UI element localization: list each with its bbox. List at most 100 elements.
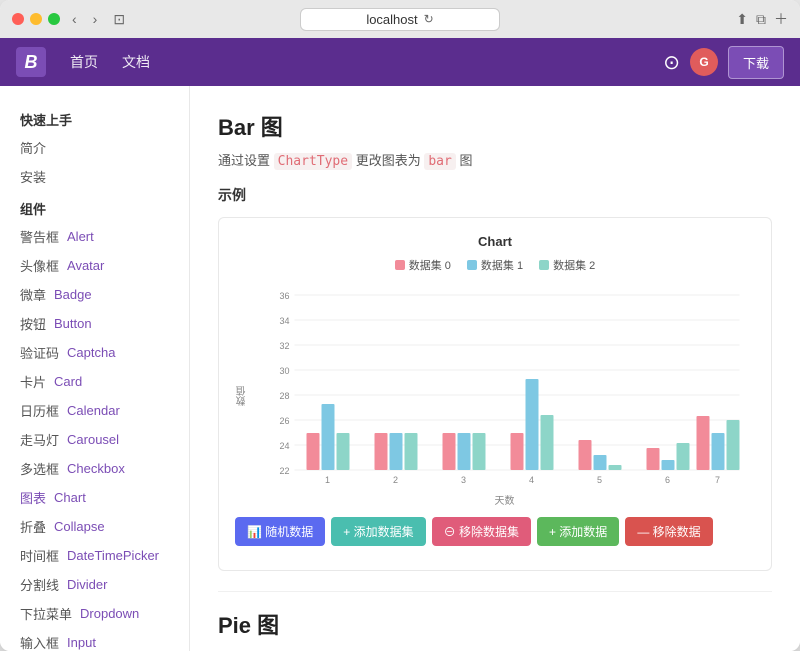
- svg-text:26: 26: [279, 416, 289, 426]
- traffic-lights: [12, 13, 60, 25]
- sidebar-button-en: Button: [54, 316, 92, 331]
- bar-g4-d2: [541, 415, 554, 470]
- sidebar-item-datetimepicker[interactable]: 时间框 DateTimePicker: [0, 541, 189, 570]
- sidebar-datetimepicker-en: DateTimePicker: [67, 548, 159, 563]
- random-data-button[interactable]: 📊 随机数据: [235, 517, 325, 546]
- legend-label-2: 数据集 2: [553, 257, 595, 273]
- new-tab-button[interactable]: ⧉: [756, 9, 766, 29]
- sidebar-item-install[interactable]: 安装: [0, 162, 189, 191]
- svg-text:1: 1: [325, 475, 330, 485]
- svg-text:6: 6: [665, 475, 670, 485]
- svg-text:34: 34: [279, 316, 289, 326]
- add-dataset-button[interactable]: + 添加数据集: [331, 517, 425, 546]
- bar-g1-d0: [307, 433, 320, 470]
- sidebar-card-cn: 卡片: [20, 372, 46, 391]
- sidebar-item-input[interactable]: 输入框 Input: [0, 628, 189, 651]
- svg-text:4: 4: [529, 475, 534, 485]
- svg-text:7: 7: [715, 475, 720, 485]
- bar-g3-d1: [458, 433, 471, 470]
- sidebar-item-chart[interactable]: 图表 Chart: [0, 483, 189, 512]
- sidebar-item-intro-label: 简介: [20, 138, 46, 157]
- sidebar-item-calendar[interactable]: 日历框 Calendar: [0, 396, 189, 425]
- add-button[interactable]: ＋: [774, 9, 788, 29]
- close-button[interactable]: [12, 13, 24, 25]
- sidebar-item-divider[interactable]: 分割线 Divider: [0, 570, 189, 599]
- maximize-button[interactable]: [48, 13, 60, 25]
- section-quickstart: 快速上手: [0, 102, 189, 133]
- bar-g4-d1: [526, 379, 539, 470]
- brand-logo[interactable]: B: [16, 47, 46, 77]
- sidebar-input-en: Input: [67, 635, 96, 650]
- bar-desc-suffix: 图: [459, 153, 472, 168]
- bar-g6-d2: [677, 443, 690, 470]
- app-window: ‹ › ⊡ localhost ↻ ⬆ ⧉ ＋ B 首页 文档 ⊙ G 下载 快…: [0, 0, 800, 651]
- bar-g4-d0: [511, 433, 524, 470]
- titlebar: ‹ › ⊡ localhost ↻ ⬆ ⧉ ＋: [0, 0, 800, 38]
- sidebar-item-card[interactable]: 卡片 Card: [0, 367, 189, 396]
- download-button[interactable]: 下载: [728, 46, 784, 79]
- address-bar[interactable]: localhost ↻: [300, 8, 500, 31]
- chart-action-buttons: 📊 随机数据 + 添加数据集 ⊖ 移除数据集 + 添加数据 — 移除数据: [235, 517, 755, 546]
- sidebar-checkbox-en: Checkbox: [67, 461, 125, 476]
- sidebar-item-carousel[interactable]: 走马灯 Carousel: [0, 425, 189, 454]
- sidebar-item-dropdown[interactable]: 下拉菜单 Dropdown: [0, 599, 189, 628]
- sidebar-dropdown-cn: 下拉菜单: [20, 604, 72, 623]
- sidebar-chart-cn: 图表: [20, 488, 46, 507]
- sidebar-item-intro[interactable]: 简介: [0, 133, 189, 162]
- titlebar-actions: ⬆ ⧉ ＋: [736, 9, 788, 29]
- sidebar-item-alert[interactable]: 警告框 Alert: [0, 222, 189, 251]
- chart-type-code: ChartType: [274, 153, 352, 170]
- sidebar-divider-en: Divider: [67, 577, 107, 592]
- sidebar-item-collapse[interactable]: 折叠 Collapse: [0, 512, 189, 541]
- bar-description: 通过设置 ChartType 更改图表为 bar 图: [218, 150, 772, 169]
- sidebar: 快速上手 简介 安装 组件 警告框 Alert 头像框 Avatar 微章 Ba…: [0, 86, 190, 651]
- nav-docs[interactable]: 文档: [122, 52, 150, 72]
- legend-item-2: 数据集 2: [539, 257, 595, 273]
- bar-g2-d0: [375, 433, 388, 470]
- sidebar-captcha-en: Captcha: [67, 345, 115, 360]
- sidebar-datetimepicker-cn: 时间框: [20, 546, 59, 565]
- remove-data-button[interactable]: — 移除数据: [625, 517, 712, 546]
- bar-chart-svg: 36 34 32 30 28 26 24 22: [254, 285, 755, 485]
- github-icon[interactable]: ⊙: [663, 50, 680, 75]
- sidebar-alert-cn: 警告框: [20, 227, 59, 246]
- sidebar-item-avatar[interactable]: 头像框 Avatar: [0, 251, 189, 280]
- y-axis-label: 数值: [235, 386, 250, 406]
- bar-desc-mid: 更改图表为: [356, 153, 421, 168]
- legend-item-0: 数据集 0: [395, 257, 451, 273]
- nav-home[interactable]: 首页: [70, 52, 98, 72]
- g-button[interactable]: G: [690, 48, 718, 76]
- legend-label-0: 数据集 0: [409, 257, 451, 273]
- back-button[interactable]: ‹: [68, 9, 81, 29]
- sidebar-item-badge[interactable]: 微章 Badge: [0, 280, 189, 309]
- sidebar-item-install-label: 安装: [20, 167, 46, 186]
- pie-title: Pie 图: [218, 608, 772, 640]
- navbar: B 首页 文档 ⊙ G 下载: [0, 38, 800, 86]
- sidebar-avatar-cn: 头像框: [20, 256, 59, 275]
- sidebar-calendar-cn: 日历框: [20, 401, 59, 420]
- forward-button[interactable]: ›: [89, 9, 102, 29]
- section-components: 组件: [0, 191, 189, 222]
- bar-g7-d2: [727, 420, 740, 470]
- chart-title: Chart: [235, 234, 755, 249]
- navbar-right: ⊙ G 下载: [663, 46, 784, 79]
- bar-g3-d0: [443, 433, 456, 470]
- sidebar-item-captcha[interactable]: 验证码 Captcha: [0, 338, 189, 367]
- refresh-icon[interactable]: ↻: [424, 12, 434, 26]
- legend-dot-2: [539, 260, 549, 270]
- bar-code: bar: [424, 153, 455, 170]
- bar-g7-d1: [712, 433, 725, 470]
- pie-section: Pie 图 通过设置 ChartType 更改图表为 pie 图 示例: [218, 591, 772, 651]
- add-data-button[interactable]: + 添加数据: [537, 517, 619, 546]
- svg-text:2: 2: [393, 475, 398, 485]
- bar-g2-d1: [390, 433, 403, 470]
- remove-dataset-button[interactable]: ⊖ 移除数据集: [432, 517, 531, 546]
- sidebar-item-button[interactable]: 按钮 Button: [0, 309, 189, 338]
- page-title: Bar 图: [218, 110, 772, 142]
- sidebar-calendar-en: Calendar: [67, 403, 120, 418]
- window-icon: ⊡: [113, 11, 125, 28]
- minimize-button[interactable]: [30, 13, 42, 25]
- share-button[interactable]: ⬆: [736, 9, 748, 29]
- sidebar-item-checkbox[interactable]: 多选框 Checkbox: [0, 454, 189, 483]
- bar-g6-d0: [647, 448, 660, 470]
